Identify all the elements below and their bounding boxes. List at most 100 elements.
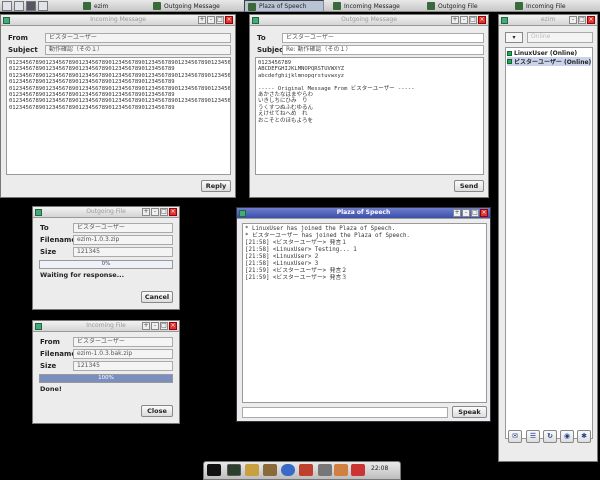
progress-text: 0% xyxy=(101,261,111,267)
preferences-icon[interactable]: ✱ xyxy=(577,430,591,443)
message-body[interactable]: 0123456789012345678901234567890123456789… xyxy=(6,57,231,175)
shade-icon[interactable]: + xyxy=(198,16,206,24)
online-status-icon xyxy=(507,51,512,56)
task-plaza-of-speech[interactable]: Plaza of Speech xyxy=(244,0,324,12)
close-icon[interactable]: × xyxy=(225,16,233,24)
workspace-icon[interactable] xyxy=(38,1,48,11)
show-desktop-icon[interactable] xyxy=(2,1,12,11)
volume-icon[interactable] xyxy=(318,464,332,476)
plaza-of-speech-icon[interactable]: ☰ xyxy=(526,430,540,443)
titlebar[interactable]: Incoming Message + - □ × xyxy=(1,15,235,26)
ezim-app-icon xyxy=(83,2,91,10)
window-list-icon[interactable] xyxy=(14,1,24,11)
shade-icon[interactable]: + xyxy=(451,16,459,24)
incoming-message-window: Incoming Message + - □ × From ビスターユーザー Subj… xyxy=(0,14,236,198)
reply-button[interactable]: Reply xyxy=(201,180,231,192)
shade-icon[interactable]: + xyxy=(142,322,150,330)
broadcast-icon[interactable]: ◉ xyxy=(560,430,574,443)
maximize-icon[interactable]: □ xyxy=(160,322,168,330)
terminal-icon[interactable] xyxy=(227,464,241,476)
chat-log[interactable]: * LinuxUser has joined the Plaza of Spee… xyxy=(242,223,487,403)
titlebar[interactable]: Incoming File + - □ × xyxy=(33,321,179,332)
minimize-icon[interactable]: - xyxy=(207,16,215,24)
terminal-icon[interactable] xyxy=(26,1,36,11)
size-field: 121345 xyxy=(73,247,173,257)
shade-icon[interactable]: + xyxy=(142,208,150,216)
editor-icon[interactable] xyxy=(245,464,259,476)
transfer-progress-bar: 0% xyxy=(39,260,173,269)
ezim-app-icon xyxy=(515,2,523,10)
maximize-icon[interactable]: □ xyxy=(469,16,477,24)
outgoing-file-window: Outgoing File + - □ × To ビスターユーザー Filename … xyxy=(32,206,180,310)
maximize-icon[interactable]: □ xyxy=(160,208,168,216)
task-outgoing-file[interactable]: Outgoing File xyxy=(424,0,496,12)
minimize-icon[interactable]: - xyxy=(151,208,159,216)
shade-icon[interactable]: + xyxy=(453,209,461,217)
task-ezim[interactable]: ezim xyxy=(80,0,140,12)
filename-field: ezim-1.0.3.bak.zip xyxy=(73,349,173,359)
package-icon[interactable] xyxy=(334,464,348,476)
web-browser-icon[interactable] xyxy=(281,464,295,476)
online-status-icon xyxy=(507,59,512,64)
close-icon[interactable]: × xyxy=(478,16,486,24)
close-icon[interactable]: × xyxy=(587,16,595,24)
ezim-app-icon xyxy=(333,2,341,10)
from-label: From xyxy=(40,338,60,346)
ezim-main-window: ezim - □ × ▾ Online LinuxUser (Online) ビスタ… xyxy=(498,14,598,462)
message-body-editor[interactable]: 0123456789 ABCDEFGHIJKLMNOPQRSTUVWXYZ ab… xyxy=(255,57,484,175)
minimize-icon[interactable]: - xyxy=(462,209,470,217)
transfer-progress-bar: 100% xyxy=(39,374,173,383)
close-icon[interactable]: × xyxy=(169,208,177,216)
network-icon[interactable] xyxy=(351,464,365,476)
minimize-icon[interactable]: - xyxy=(151,322,159,330)
task-incoming-file[interactable]: Incoming File xyxy=(512,0,592,12)
plaza-of-speech-window: Plaza of Speech + - □ × * LinuxUser has joi… xyxy=(236,207,491,422)
titlebar[interactable]: Plaza of Speech + - □ × xyxy=(237,208,490,219)
close-icon[interactable]: × xyxy=(169,322,177,330)
cat-launcher-icon[interactable] xyxy=(207,464,221,476)
minimize-icon[interactable]: - xyxy=(460,16,468,24)
send-button[interactable]: Send xyxy=(454,180,484,192)
task-outgoing-message[interactable]: Outgoing Message xyxy=(150,0,230,12)
transfer-status: Waiting for response... xyxy=(40,271,125,279)
size-label: Size xyxy=(40,362,57,370)
ezim-app-icon xyxy=(427,2,435,10)
from-label: From xyxy=(8,34,28,42)
speak-button[interactable]: Speak xyxy=(452,406,487,418)
file-manager-icon[interactable] xyxy=(263,464,277,476)
close-button[interactable]: Close xyxy=(141,405,173,417)
status-input[interactable]: Online xyxy=(527,32,593,43)
status-dropdown-button[interactable]: ▾ xyxy=(505,32,523,43)
filename-label: Filename xyxy=(40,236,77,244)
from-field: ビスターユーザー xyxy=(45,33,231,43)
to-field[interactable]: ビスターユーザー xyxy=(282,33,484,43)
minimize-icon[interactable]: - xyxy=(569,16,577,24)
to-field: ビスターユーザー xyxy=(73,223,173,233)
ezim-app-icon xyxy=(153,2,161,10)
speak-input[interactable] xyxy=(242,407,448,418)
refresh-icon[interactable]: ↻ xyxy=(543,430,557,443)
titlebar[interactable]: ezim - □ × xyxy=(499,15,597,26)
task-incoming-message[interactable]: Incoming Message xyxy=(330,0,410,12)
titlebar[interactable]: Outgoing Message + - □ × xyxy=(250,15,488,26)
subject-input[interactable]: Re: 動作確認（その１） xyxy=(282,45,484,55)
clock: 22:08 xyxy=(371,465,389,472)
subject-label: Subject xyxy=(8,46,38,54)
close-icon[interactable]: × xyxy=(480,209,488,217)
maximize-icon[interactable]: □ xyxy=(216,16,224,24)
outgoing-message-window: Outgoing Message + - □ × To ビスターユーザー Subjec… xyxy=(249,14,489,198)
compose-message-icon[interactable]: ✉ xyxy=(508,430,522,443)
to-label: To xyxy=(40,224,49,232)
maximize-icon[interactable]: □ xyxy=(578,16,586,24)
cancel-button[interactable]: Cancel xyxy=(141,291,173,303)
maximize-icon[interactable]: □ xyxy=(471,209,479,217)
user-list[interactable] xyxy=(505,47,593,439)
from-field: ビスターユーザー xyxy=(73,337,173,347)
top-taskbar: ezim Outgoing Message Plaza of Speech In… xyxy=(0,0,600,12)
ezim-app-icon xyxy=(248,3,256,11)
user-list-item[interactable]: ビスターユーザー (Online) xyxy=(507,57,592,66)
user-list-item[interactable]: LinuxUser (Online) xyxy=(507,50,577,57)
mail-icon[interactable] xyxy=(299,464,313,476)
to-label: To xyxy=(257,34,266,42)
titlebar[interactable]: Outgoing File + - □ × xyxy=(33,207,179,218)
